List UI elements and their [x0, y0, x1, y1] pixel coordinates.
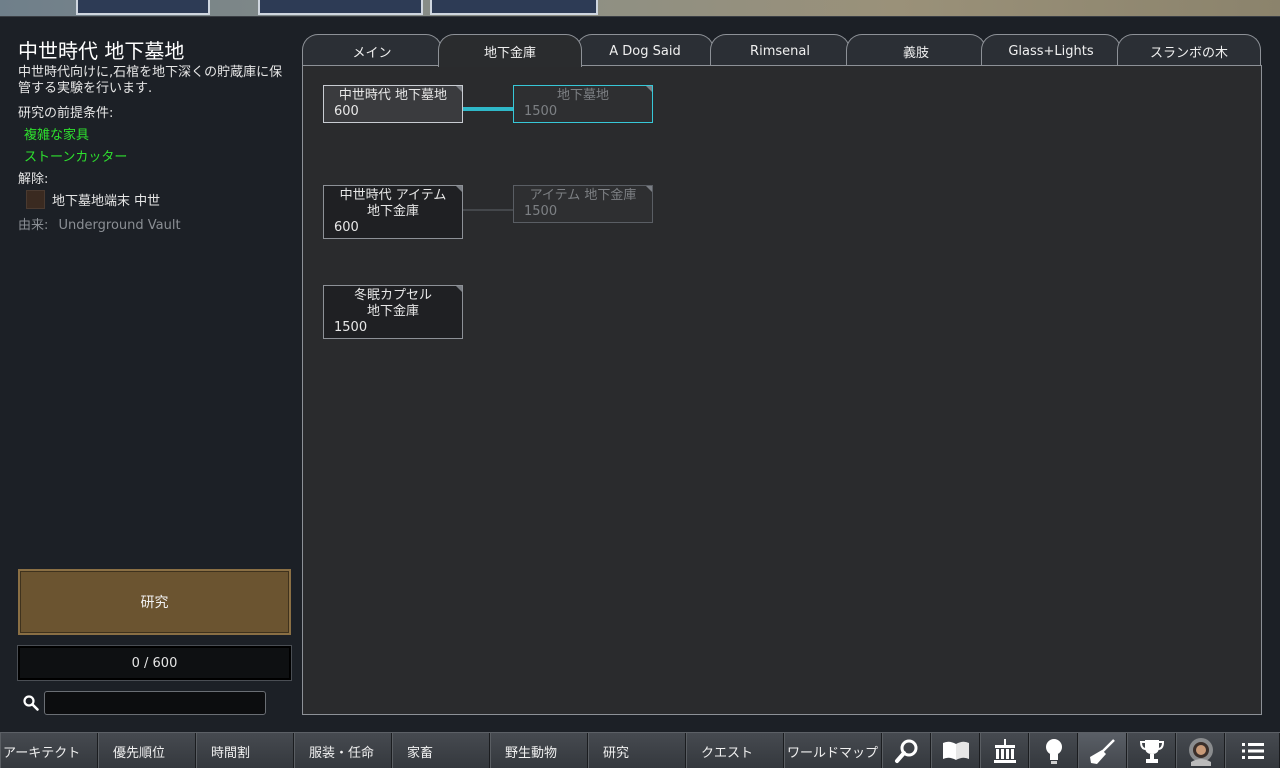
- research-progress: 0 / 600: [18, 646, 291, 680]
- project-description: 中世時代向けに,石棺を地下深くの貯蔵庫に保管する実験を行います.: [18, 65, 283, 96]
- node-cost: 1500: [524, 204, 558, 219]
- tab-a-dog-said[interactable]: A Dog Said: [576, 34, 714, 67]
- origin-label: 由来:: [18, 218, 49, 233]
- research-node[interactable]: 中世時代 アイテム 地下金庫 600: [323, 185, 463, 239]
- tab-rimsenal[interactable]: Rimsenal: [710, 34, 850, 67]
- research-button[interactable]: 研究: [18, 569, 291, 635]
- search-icon: [23, 695, 39, 711]
- tab-slambo-tree[interactable]: スランボの木: [1117, 34, 1261, 67]
- schedule-button[interactable]: 時間割: [196, 733, 294, 768]
- node-title: アイテム 地下金庫: [529, 188, 637, 203]
- unlock-thumbnail-icon: [26, 190, 45, 209]
- prerequisite-item: ストーンカッター: [24, 150, 128, 165]
- tree-link: [463, 107, 513, 111]
- research-tree: 中世時代 地下墓地 600 地下墓地 1500 中世時代 アイテム 地下金庫 6…: [302, 65, 1262, 715]
- map-tile: [76, 0, 210, 15]
- tree-link: [463, 209, 513, 211]
- unlock-label: 地下墓地端末 中世: [52, 194, 161, 209]
- tab-glass-lights[interactable]: Glass+Lights: [981, 34, 1121, 67]
- factions-icon[interactable]: [980, 733, 1029, 768]
- tab-prosthetics[interactable]: 義肢: [846, 34, 986, 67]
- research-node[interactable]: 冬眠カプセル 地下金庫 1500: [323, 285, 463, 339]
- research-tab-button[interactable]: 研究: [588, 733, 686, 768]
- node-title: 中世時代 地下墓地: [338, 88, 448, 103]
- node-title: 中世時代 アイテム 地下金庫: [339, 188, 447, 219]
- prerequisites-heading: 研究の前提条件:: [18, 106, 114, 121]
- quests-button[interactable]: クエスト: [686, 733, 784, 768]
- search-input[interactable]: [44, 691, 266, 715]
- map-tile: [430, 0, 598, 15]
- node-title: 冬眠カプセル 地下金庫: [353, 288, 432, 319]
- menu-list-icon[interactable]: [1225, 733, 1280, 768]
- animals-button[interactable]: 家畜: [392, 733, 490, 768]
- assign-button[interactable]: 服装・任命: [294, 733, 392, 768]
- book-icon[interactable]: [931, 733, 980, 768]
- research-node[interactable]: 地下墓地 1500: [513, 85, 653, 123]
- node-cost: 1500: [524, 104, 558, 119]
- origin-mod: 由来: Underground Vault: [18, 214, 181, 233]
- world-map-button[interactable]: ワールドマップ: [784, 733, 882, 768]
- unlock-item[interactable]: 地下墓地端末 中世: [26, 190, 160, 209]
- world-map-strip: [0, 0, 1280, 16]
- research-node[interactable]: 中世時代 地下墓地 600: [323, 85, 463, 123]
- astronaut-icon[interactable]: [1176, 733, 1225, 768]
- origin-value: Underground Vault: [58, 218, 181, 233]
- unlocks-heading: 解除:: [18, 172, 49, 187]
- broom-icon[interactable]: [1078, 733, 1127, 768]
- node-title: 地下墓地: [556, 88, 609, 103]
- tab-main[interactable]: メイン: [302, 34, 442, 67]
- tab-underground-vault[interactable]: 地下金庫: [438, 34, 582, 67]
- research-node[interactable]: アイテム 地下金庫 1500: [513, 185, 653, 223]
- node-cost: 600: [334, 104, 359, 119]
- main-tab-bar: アーキテクト 優先順位 時間割 服装・任命 家畜 野生動物 研究 クエスト ワー…: [0, 732, 1280, 768]
- trophy-icon[interactable]: [1127, 733, 1176, 768]
- node-cost: 600: [334, 220, 359, 235]
- work-priorities-button[interactable]: 優先順位: [98, 733, 196, 768]
- lightbulb-icon[interactable]: [1029, 733, 1078, 768]
- prerequisite-item: 複雑な家具: [24, 128, 90, 143]
- project-title: 中世時代 地下墓地: [18, 39, 185, 63]
- architect-button[interactable]: アーキテクト: [0, 733, 98, 768]
- magnifier-icon[interactable]: [882, 733, 931, 768]
- map-tile: [258, 0, 423, 15]
- node-cost: 1500: [334, 320, 368, 335]
- wildlife-button[interactable]: 野生動物: [490, 733, 588, 768]
